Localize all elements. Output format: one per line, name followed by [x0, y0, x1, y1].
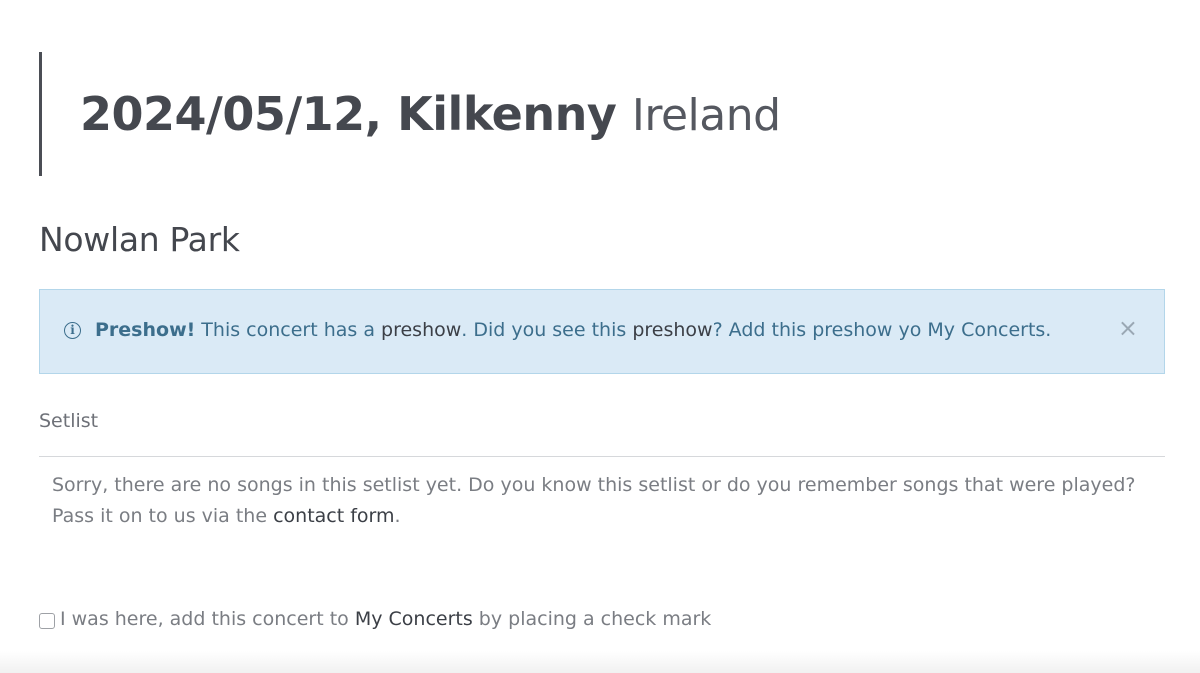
alert-question-mark: ? — [712, 319, 723, 341]
alert-text: This concert has a — [201, 319, 375, 341]
close-icon[interactable]: × — [1118, 314, 1138, 342]
concert-date-city: 2024/05/12, Kilkenny — [80, 87, 617, 141]
divider — [39, 456, 1165, 457]
venue-name: Nowlan Park — [39, 220, 240, 259]
preshow-link-2[interactable]: preshow — [632, 319, 712, 341]
concert-country: Ireland — [631, 90, 781, 141]
page-title: 2024/05/12, Kilkenny Ireland — [80, 82, 781, 148]
alert-content: i Preshow! This concert has a preshow. D… — [64, 319, 1051, 341]
setlist-empty-message: Sorry, there are no songs in this setlis… — [52, 470, 1142, 532]
setlist-message-end: . — [394, 505, 401, 527]
setlist-label: Setlist — [39, 410, 99, 432]
attended-checkbox[interactable] — [39, 612, 55, 629]
preshow-link[interactable]: preshow — [381, 319, 461, 341]
attended-checkbox-row[interactable]: I was here, add this concert to My Conce… — [39, 608, 711, 630]
add-preshow-link[interactable]: Add this preshow yo My Concerts. — [729, 319, 1052, 341]
page-header: 2024/05/12, Kilkenny Ireland — [39, 52, 1139, 176]
my-concerts-link[interactable]: My Concerts — [355, 608, 473, 630]
info-icon: i — [64, 321, 81, 339]
alert-question: Did you see this — [473, 319, 627, 341]
alert-title: Preshow! — [95, 319, 196, 341]
concert-page: 2024/05/12, Kilkenny Ireland Nowlan Park… — [0, 0, 1200, 673]
checkbox-text-end: by placing a check mark — [478, 608, 712, 630]
bottom-fade — [0, 651, 1200, 673]
contact-form-link[interactable]: contact form — [273, 505, 394, 527]
checkbox-text: I was here, add this concert to — [60, 608, 349, 630]
preshow-alert: i Preshow! This concert has a preshow. D… — [39, 289, 1165, 374]
setlist-message: Sorry, there are no songs in this setlis… — [52, 474, 1136, 527]
alert-text-period: . — [461, 319, 468, 341]
